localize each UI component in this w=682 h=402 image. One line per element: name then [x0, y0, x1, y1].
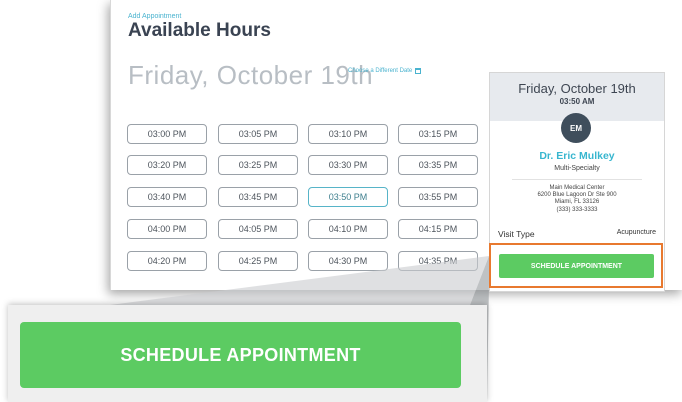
- zoomed-schedule-button[interactable]: SCHEDULE APPOINTMENT: [20, 322, 461, 388]
